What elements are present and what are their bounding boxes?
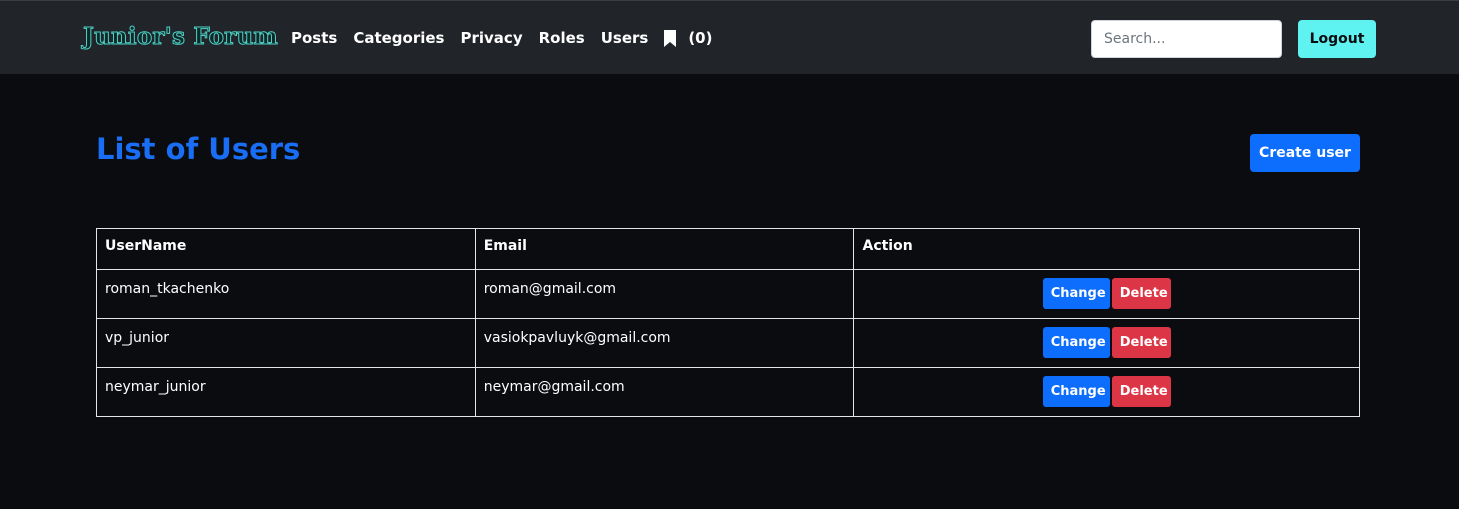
delete-button[interactable]: Delete xyxy=(1111,376,1171,407)
action-cell: Change Delete xyxy=(853,269,1360,319)
table-row: roman_tkachenko roman@gmail.com Change De… xyxy=(96,269,1360,319)
page-title: List of Users xyxy=(96,132,301,166)
brand-logo[interactable]: Junior's Forum xyxy=(83,23,279,51)
create-user-button[interactable]: Create user xyxy=(1250,134,1360,172)
column-header-username: UserName xyxy=(96,228,476,270)
column-header-action: Action xyxy=(853,228,1360,270)
search-input[interactable] xyxy=(1091,20,1282,58)
bookmark-count: (0) xyxy=(688,29,713,47)
column-header-email: Email xyxy=(474,228,855,270)
username-cell: neymar_junior xyxy=(96,367,476,417)
table-header-row: UserName Email Action xyxy=(96,228,1360,270)
action-cell: Change Delete xyxy=(853,318,1360,368)
username-cell: roman_tkachenko xyxy=(96,269,476,319)
email-cell: neymar@gmail.com xyxy=(474,367,855,417)
table-row: neymar_junior neymar@gmail.com Change Del… xyxy=(96,367,1360,417)
change-button[interactable]: Change xyxy=(1042,327,1110,358)
table-row: vp_junior vasiokpavluyk@gmail.com Change… xyxy=(96,318,1360,368)
nav-links: Posts Categories Privacy Roles Users (0) xyxy=(291,27,712,49)
delete-button[interactable]: Delete xyxy=(1111,327,1171,358)
bookmark-icon xyxy=(664,29,677,47)
change-button[interactable]: Change xyxy=(1042,278,1110,309)
bookmarks-link[interactable]: (0) xyxy=(664,29,712,47)
email-cell: vasiokpavluyk@gmail.com xyxy=(474,318,855,368)
nav-link-categories[interactable]: Categories xyxy=(353,29,444,47)
nav-link-roles[interactable]: Roles xyxy=(539,29,585,47)
action-cell: Change Delete xyxy=(853,367,1360,417)
username-cell: vp_junior xyxy=(96,318,476,368)
logout-button[interactable]: Logout xyxy=(1298,20,1376,58)
email-cell: roman@gmail.com xyxy=(474,269,855,319)
users-table: UserName Email Action roman_tkachenko ro… xyxy=(96,228,1360,417)
delete-button[interactable]: Delete xyxy=(1111,278,1171,309)
nav-link-privacy[interactable]: Privacy xyxy=(461,29,523,47)
change-button[interactable]: Change xyxy=(1042,376,1110,407)
nav-link-posts[interactable]: Posts xyxy=(291,29,337,47)
top-navbar: Junior's Forum Posts Categories Privacy … xyxy=(0,0,1459,74)
nav-link-users[interactable]: Users xyxy=(601,29,649,47)
